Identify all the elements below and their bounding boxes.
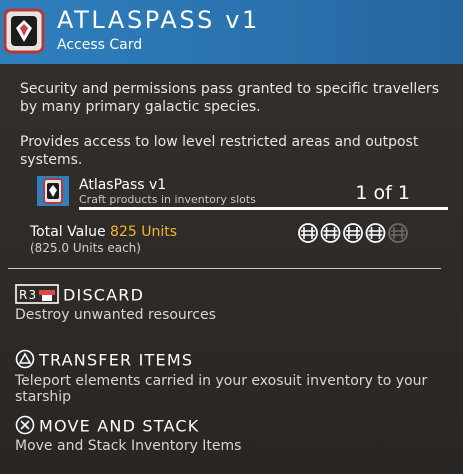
item-description: Security and permissions pass granted to…	[20, 81, 439, 115]
item-description-secondary: Provides access to low level restricted …	[20, 134, 419, 168]
atlaspass-card-icon	[37, 176, 69, 206]
item-name: AtlasPass v1	[79, 177, 167, 193]
r3-button-icon: R3	[15, 284, 59, 308]
total-value: Total Value 825 Units	[30, 224, 177, 240]
item-title: ATLASPASS v1	[57, 6, 260, 34]
unit-coin-empty-icon	[388, 223, 408, 243]
atlaspass-card-icon	[3, 6, 45, 56]
cross-button-icon	[15, 415, 35, 439]
discard-label: DISCARD	[63, 285, 145, 305]
panel-header: ATLASPASS v1 Access Card	[0, 0, 463, 64]
divider	[8, 268, 441, 269]
move-and-stack-description: Move and Stack Inventory Items	[15, 438, 242, 454]
unit-coin-icon	[365, 223, 386, 243]
item-category: Access Card	[57, 37, 143, 53]
transfer-items-label: TRANSFER ITEMS	[39, 350, 194, 370]
triangle-button-icon	[15, 349, 35, 373]
unit-coin-icon	[343, 223, 363, 243]
transfer-items-description: Teleport elements carried in your exosui…	[15, 373, 428, 405]
total-value-amount: 825 Units	[110, 224, 178, 240]
item-count: 1 of 1	[355, 182, 410, 204]
total-value-label: Total Value	[30, 224, 106, 240]
svg-text:R3: R3	[19, 288, 37, 302]
unit-coin-icon	[320, 223, 341, 243]
transfer-items-button[interactable]: TRANSFER ITEMS	[15, 349, 193, 373]
move-and-stack-button[interactable]: MOVE AND STACK	[15, 415, 199, 439]
item-hint: Craft products in inventory slots	[79, 193, 256, 206]
value-rating	[297, 222, 409, 244]
inventory-item-row: AtlasPass v1 Craft products in inventory…	[37, 176, 448, 210]
discard-button[interactable]: R3 DISCARD	[15, 284, 144, 308]
unit-coin-icon	[298, 223, 318, 243]
item-info-panel: ATLASPASS v1 Access Card Security and pe…	[0, 0, 463, 474]
unit-value: (825.0 Units each)	[30, 241, 141, 255]
item-quantity-bar	[79, 207, 448, 210]
discard-description: Destroy unwanted resources	[15, 307, 216, 323]
move-and-stack-label: MOVE AND STACK	[39, 416, 200, 436]
